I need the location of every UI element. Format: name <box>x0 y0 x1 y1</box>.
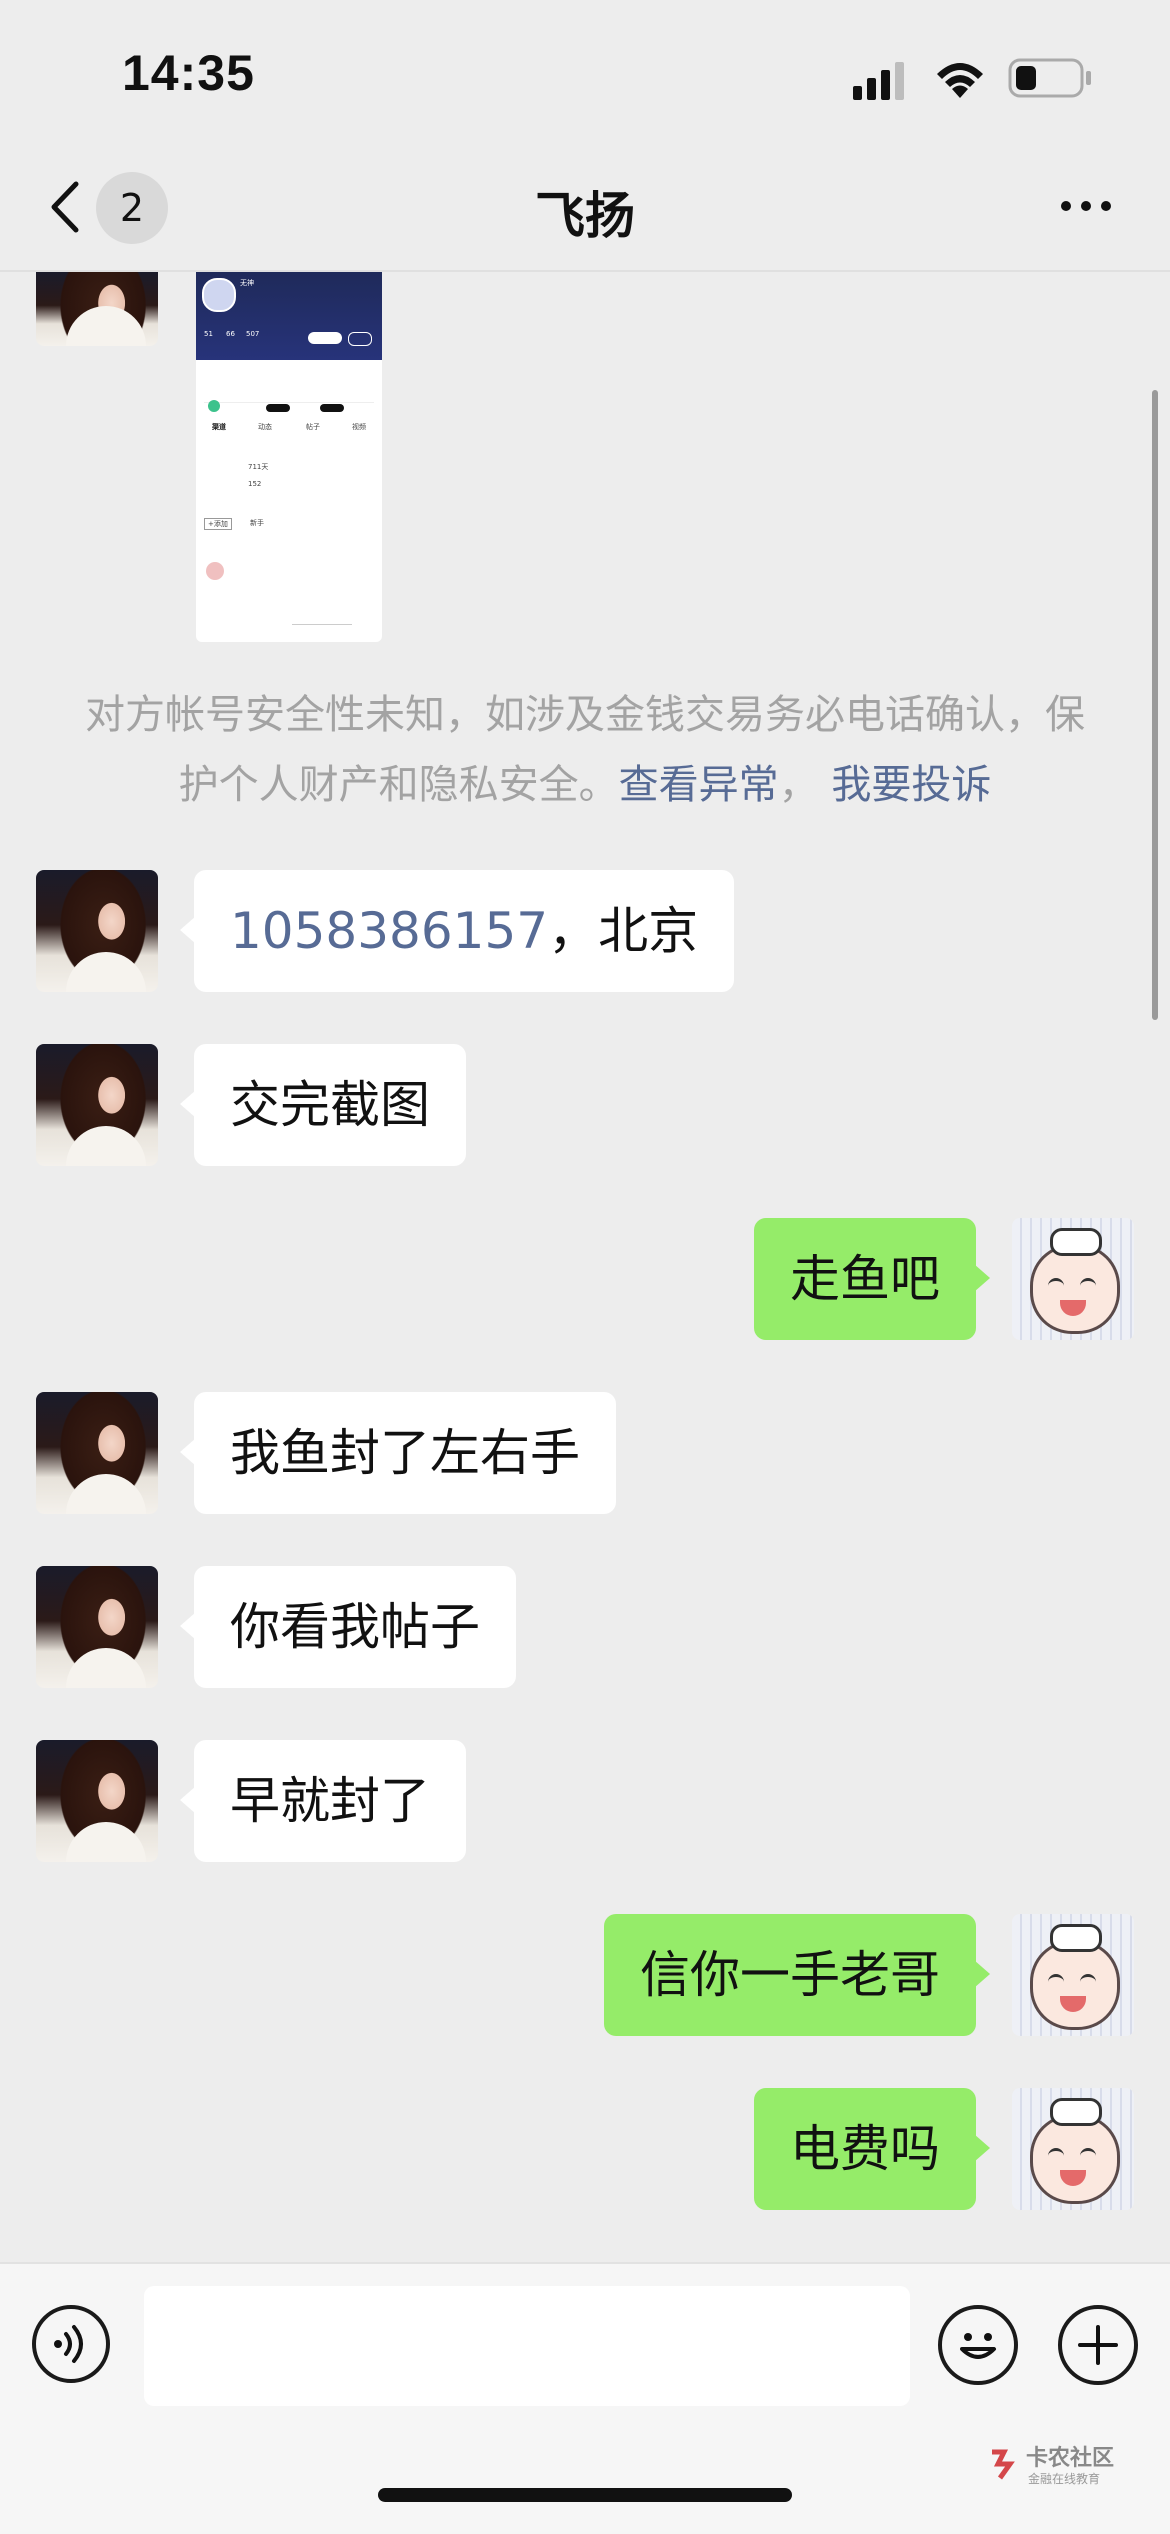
battery-icon <box>1008 58 1091 98</box>
outgoing-message-bubble[interactable]: 信你一手老哥 <box>604 1914 990 2036</box>
watermark-icon <box>992 2449 1015 2480</box>
status-time: 14:35 <box>122 45 255 101</box>
incoming-message-bubble[interactable]: 你看我帖子 <box>180 1566 516 1688</box>
signal-icon <box>853 62 904 100</box>
plus-icon <box>1078 2325 1118 2365</box>
home-indicator <box>378 2488 792 2502</box>
screenshot-profile-header: 无神 51 66 507 <box>196 272 382 360</box>
incoming-message-bubble[interactable]: 早就封了 <box>180 1740 466 1862</box>
qq-number-link[interactable]: 1058386157 <box>230 902 548 960</box>
view-abnormal-link[interactable]: 查看异常 <box>619 762 779 808</box>
contact-avatar[interactable] <box>36 870 158 992</box>
report-link[interactable]: 我要投诉 <box>831 762 991 808</box>
message-text: ，北京 <box>548 902 699 960</box>
watermark-logo: 卡农社区 金融在线教育 <box>988 2440 1158 2500</box>
message-input[interactable] <box>144 2286 910 2406</box>
outgoing-message-bubble[interactable]: 电费吗 <box>754 2088 990 2210</box>
watermark-name: 卡农社区 <box>1026 2446 1115 2471</box>
voice-icon <box>54 2325 83 2363</box>
unread-count-badge[interactable]: 2 <box>96 172 168 244</box>
more-options-icon[interactable] <box>1058 196 1114 216</box>
outgoing-message-bubble[interactable]: 走鱼吧 <box>754 1218 990 1340</box>
my-avatar[interactable] <box>1012 1914 1134 2036</box>
contact-avatar[interactable] <box>36 272 158 346</box>
incoming-message-bubble[interactable]: 1058386157，北京 <box>179 870 735 992</box>
contact-avatar[interactable] <box>36 1566 158 1688</box>
security-warning: 对方帐号安全性未知，如涉及金钱交易务必电话确认，保护个人财产和隐私安全。查看异常… <box>70 680 1100 820</box>
warning-separator: ， <box>778 762 819 808</box>
smile-icon <box>960 2333 996 2359</box>
back-icon[interactable] <box>42 178 92 236</box>
contact-avatar[interactable] <box>36 1392 158 1514</box>
more-functions-button[interactable] <box>1058 2305 1138 2385</box>
chat-title: 飞扬 <box>535 187 635 245</box>
wifi-icon <box>937 63 983 98</box>
contact-avatar[interactable] <box>36 1044 158 1166</box>
my-avatar[interactable] <box>1012 2088 1134 2210</box>
nav-divider <box>0 270 1170 272</box>
my-avatar[interactable] <box>1012 1218 1134 1340</box>
contact-avatar[interactable] <box>36 1740 158 1862</box>
shared-screenshot-image[interactable]: 无神 51 66 507 渠道 动态 帖子 视频 711天 152 +添加 新手 <box>196 272 382 642</box>
chat-scrollbar[interactable] <box>1152 390 1158 1020</box>
watermark-sub: 金融在线教育 <box>1028 2472 1101 2486</box>
incoming-message-bubble[interactable]: 我鱼封了左右手 <box>180 1392 616 1514</box>
voice-button[interactable] <box>32 2305 110 2383</box>
emoji-button[interactable] <box>938 2305 1018 2385</box>
incoming-message-bubble[interactable]: 交完截图 <box>180 1044 466 1166</box>
